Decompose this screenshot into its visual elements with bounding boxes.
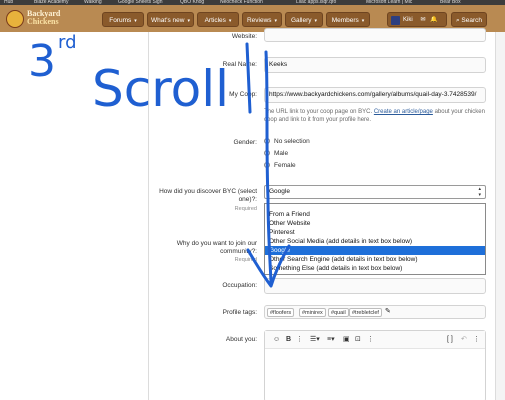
editor-toolbar: ☺ B ⋮ ☰▾ ≡▾ ▣ ⊡ ⋮ [ ] ↶ ⋮ — [265, 331, 485, 349]
select-arrows-icon: ▴ ▾ — [478, 186, 481, 198]
dropdown-option-selected[interactable]: Google — [265, 246, 485, 255]
dropdown-option[interactable]: From a Friend — [265, 210, 485, 219]
gender-radio-male[interactable]: Male — [264, 149, 288, 159]
handwritten-ordinal: rd — [58, 32, 77, 53]
nav-whats-new[interactable]: What's new ▾ — [147, 12, 194, 27]
profile-tags-field[interactable]: #floofers #minirex #quail #trebletclef ✎ — [264, 305, 486, 319]
gender-radio-no-selection[interactable]: No selection — [264, 137, 310, 147]
radio-button[interactable] — [264, 138, 270, 144]
pencil-icon[interactable]: ✎ — [385, 307, 391, 315]
discover-dropdown-list: From a Friend Other Website Pinterest Ot… — [264, 203, 486, 275]
page-right-margin — [495, 32, 505, 400]
website-label: Website: — [231, 33, 257, 40]
search-button[interactable]: ⌕ Search — [451, 12, 487, 27]
radio-button[interactable] — [264, 150, 270, 156]
tag-chip[interactable]: #trebletclef — [349, 308, 382, 317]
user-menu[interactable]: Kiki ✉ 🔔 — [387, 12, 447, 27]
sidebar-divider — [148, 32, 149, 400]
gender-radio-female[interactable]: Female — [264, 161, 296, 171]
join-required: Required — [234, 257, 257, 263]
tag-chip[interactable]: #minirex — [299, 308, 326, 317]
image-icon[interactable]: ▣ — [343, 335, 350, 344]
undo-icon[interactable]: ↶ — [461, 335, 467, 344]
my-coop-hint: The URL link to your coop page on BYC. C… — [264, 109, 485, 123]
search-icon: ⌕ — [455, 17, 460, 24]
dropdown-option[interactable]: Other Social Media (add details in text … — [265, 237, 485, 246]
discover-select[interactable]: Google ▴ ▾ — [264, 185, 486, 199]
nav-forums[interactable]: Forums ▾ — [102, 12, 144, 27]
more-icon[interactable]: ⋮ — [367, 335, 374, 344]
nav-members[interactable]: Members ▾ — [326, 12, 370, 27]
dropdown-option[interactable]: Other Website — [265, 219, 485, 228]
real-name-label: Real Name: — [222, 61, 257, 68]
bell-icon[interactable]: 🔔 — [430, 17, 437, 23]
gender-label: Gender: — [233, 139, 258, 146]
profile-tags-label: Profile tags: — [222, 309, 257, 316]
radio-button-selected[interactable] — [264, 162, 270, 168]
nav-reviews[interactable]: Reviews ▾ — [242, 12, 282, 27]
more-options-icon[interactable]: ⋮ — [296, 335, 303, 344]
envelope-icon[interactable]: ✉ — [420, 17, 425, 23]
chevron-down-icon: ▾ — [228, 18, 232, 24]
nav-gallery[interactable]: Gallery ▾ — [285, 12, 323, 27]
discover-required: Required — [234, 206, 257, 212]
real-name-field[interactable]: Keeks — [264, 57, 486, 73]
chevron-down-icon: ▾ — [361, 18, 365, 24]
dropdown-option[interactable]: Pinterest — [265, 228, 485, 237]
chevron-down-icon: ▾ — [314, 18, 318, 24]
site-logo[interactable]: Backyard Chickens — [6, 8, 76, 30]
my-coop-field[interactable]: https://www.backyardchickens.com/gallery… — [264, 87, 486, 103]
avatar — [391, 16, 400, 25]
chevron-down-icon: ▾ — [187, 18, 190, 24]
nav-articles[interactable]: Articles ▾ — [197, 12, 239, 27]
join-label: Why do you want to join our community?: — [176, 240, 257, 255]
my-coop-label: My Coop: — [229, 91, 257, 98]
discover-label: How did you discover BYC (select one)?: — [159, 188, 257, 203]
handwritten-scroll: Scroll — [92, 60, 229, 118]
occupation-field[interactable] — [264, 278, 486, 294]
toggle-bbcode-icon[interactable]: [ ] — [447, 335, 453, 344]
chevron-down-icon: ▾ — [274, 18, 278, 24]
media-icon[interactable]: ⊡ — [355, 335, 361, 344]
handwritten-three: 3 — [28, 36, 56, 87]
occupation-label: Occupation: — [222, 282, 257, 289]
more-icon[interactable]: ⋮ — [473, 335, 480, 344]
about-editor[interactable]: ☺ B ⋮ ☰▾ ≡▾ ▣ ⊡ ⋮ [ ] ↶ ⋮ — [264, 330, 486, 400]
list-icon[interactable]: ☰▾ — [310, 335, 320, 344]
tag-chip[interactable]: #quail — [328, 308, 349, 317]
logo-text: Backyard Chickens — [27, 9, 61, 26]
dropdown-option[interactable]: Something Else (add details in text box … — [265, 264, 485, 273]
dropdown-option[interactable]: Other Search Engine (add details in text… — [265, 255, 485, 264]
website-field[interactable] — [264, 28, 486, 42]
emoji-icon[interactable]: ☺ — [273, 335, 280, 344]
chevron-down-icon: ▾ — [134, 18, 137, 24]
vertical-stroke — [245, 42, 252, 114]
create-article-link[interactable]: Create an article/page — [374, 109, 433, 115]
bold-icon[interactable]: B — [286, 335, 291, 344]
chicken-logo-icon — [6, 10, 24, 28]
align-icon[interactable]: ≡▾ — [327, 335, 335, 344]
about-label: About you: — [225, 336, 257, 343]
tag-chip[interactable]: #floofers — [267, 308, 295, 317]
